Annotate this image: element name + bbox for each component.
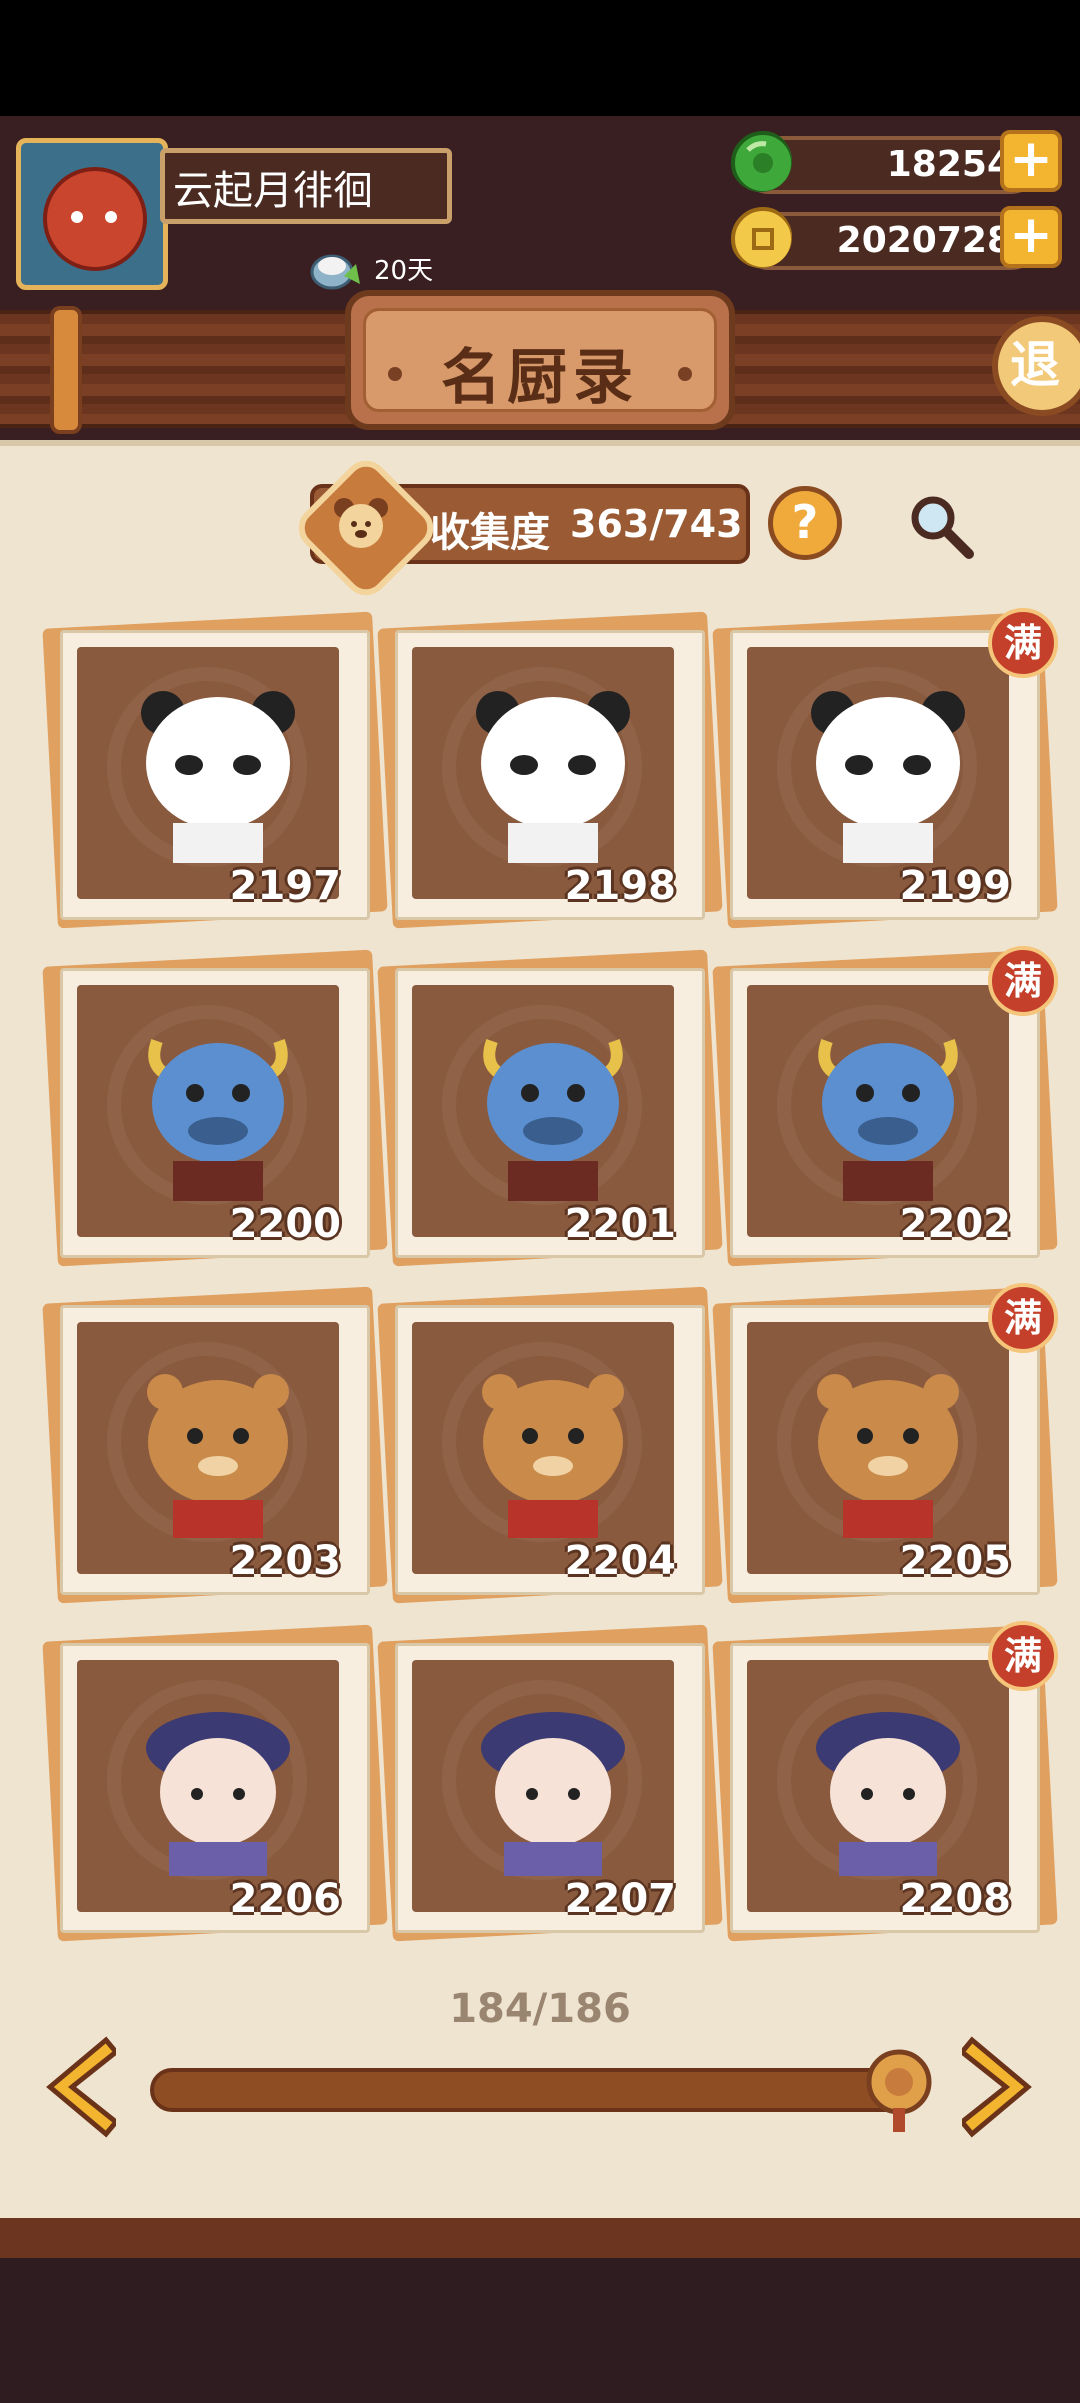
tiger-chef-icon	[147, 1374, 289, 1538]
chef-card[interactable]: 2206	[42, 1624, 388, 1942]
card-portrait	[412, 647, 674, 899]
plank-post-left	[50, 306, 82, 434]
card-frame: 2207	[395, 1643, 705, 1933]
chef-card[interactable]: 2205 满	[712, 1283, 1058, 1604]
card-portrait	[412, 1660, 674, 1912]
full-badge: 满	[988, 608, 1058, 678]
chef-card[interactable]: 2208 满	[712, 1621, 1058, 1942]
chef-card[interactable]: 2198	[377, 611, 723, 929]
card-portrait	[77, 1322, 339, 1574]
days-counter: 20天	[374, 256, 434, 286]
card-frame: 2204	[395, 1305, 705, 1595]
card-frame: 2206	[60, 1643, 370, 1933]
card-number: 2208	[899, 1876, 1011, 1922]
chef-portrait-icon	[816, 1712, 960, 1876]
chef-portrait-icon	[481, 1712, 625, 1876]
card-portrait	[747, 985, 1009, 1237]
card-number: 2206	[229, 1876, 341, 1922]
card-portrait	[747, 1322, 1009, 1574]
chef-card[interactable]: 2200	[42, 949, 388, 1267]
player-avatar[interactable]	[16, 138, 168, 290]
ox-chef-icon	[148, 1038, 288, 1201]
page-scroll-track[interactable]	[150, 2068, 910, 2112]
card-frame: 2197	[60, 630, 370, 920]
card-frame: 2200	[60, 968, 370, 1258]
add-jade-button[interactable]: +	[1000, 130, 1062, 192]
chef-card[interactable]: 2201	[377, 949, 723, 1267]
card-frame: 2202	[730, 968, 1040, 1258]
card-frame: 2205	[730, 1305, 1040, 1595]
coin-icon	[731, 207, 792, 268]
panda-chef-icon	[141, 691, 295, 863]
card-frame: 2208	[730, 1643, 1040, 1933]
collection-label: 收集度	[430, 510, 550, 556]
page-scroll-knob[interactable]	[862, 2046, 936, 2132]
title-plaque: 名厨录	[345, 290, 735, 430]
full-badge: 满	[988, 1283, 1058, 1353]
card-frame: 2199	[730, 630, 1040, 920]
full-badge: 满	[988, 946, 1058, 1016]
card-portrait	[747, 647, 1009, 899]
collection-value: 363/743	[570, 502, 743, 546]
page-indicator: 184/186	[449, 1986, 631, 2032]
card-number: 2199	[899, 863, 1011, 909]
panel-bottom-edge	[0, 2218, 1080, 2258]
search-icon[interactable]	[905, 490, 977, 562]
panda-chef-icon	[476, 691, 630, 863]
card-portrait	[77, 985, 339, 1237]
card-number: 2198	[564, 863, 676, 909]
ox-chef-icon	[483, 1038, 623, 1201]
card-frame: 2201	[395, 968, 705, 1258]
chef-card[interactable]: 2207	[377, 1624, 723, 1942]
bear-face-icon	[334, 498, 388, 548]
jade-icon	[731, 131, 792, 192]
tiger-chef-icon	[482, 1374, 624, 1538]
help-button[interactable]: ?	[768, 486, 842, 560]
add-coins-button[interactable]: +	[1000, 206, 1062, 268]
card-number: 2201	[564, 1201, 676, 1247]
card-portrait	[77, 1660, 339, 1912]
panda-chef-icon	[811, 691, 965, 863]
card-number: 2205	[899, 1538, 1011, 1584]
next-page-arrow-icon[interactable]	[962, 2032, 1042, 2142]
card-number: 2207	[564, 1876, 676, 1922]
chef-card[interactable]: 2204	[377, 1286, 723, 1604]
chef-card[interactable]: 2202 满	[712, 946, 1058, 1267]
tiger-chef-icon	[817, 1374, 959, 1538]
card-portrait	[747, 1660, 1009, 1912]
card-number: 2202	[899, 1201, 1011, 1247]
ox-chef-icon	[818, 1038, 958, 1201]
chef-card[interactable]: 2203	[42, 1286, 388, 1604]
chef-portrait-icon	[146, 1712, 290, 1876]
card-number: 2204	[564, 1538, 676, 1584]
chef-card[interactable]: 2199 满	[712, 608, 1058, 929]
sushi-icon	[310, 254, 360, 290]
card-number: 2197	[229, 863, 341, 909]
card-portrait	[77, 647, 339, 899]
page-title: 名厨录	[441, 343, 639, 413]
card-portrait	[412, 985, 674, 1237]
card-number: 2200	[229, 1201, 341, 1247]
player-name[interactable]: 云起月徘徊	[160, 148, 452, 224]
card-portrait	[412, 1322, 674, 1574]
avatar-face	[43, 167, 147, 271]
card-frame: 2198	[395, 630, 705, 920]
full-badge: 满	[988, 1621, 1058, 1691]
card-frame: 2203	[60, 1305, 370, 1595]
status-bar	[0, 0, 1080, 116]
card-number: 2203	[229, 1538, 341, 1584]
prev-page-arrow-icon[interactable]	[36, 2032, 116, 2142]
chef-card[interactable]: 2197	[42, 611, 388, 929]
